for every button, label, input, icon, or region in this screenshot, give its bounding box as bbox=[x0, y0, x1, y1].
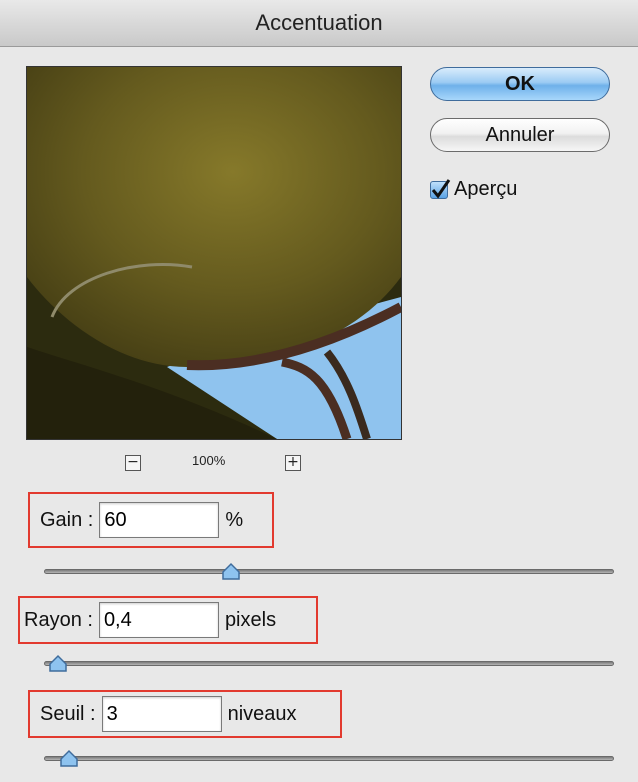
preview-checkbox-label: Aperçu bbox=[454, 178, 518, 200]
cancel-button[interactable]: Annuler bbox=[430, 118, 610, 152]
threshold-slider-track bbox=[44, 756, 614, 761]
preview-image[interactable] bbox=[26, 66, 402, 440]
slider-thumb-icon[interactable] bbox=[59, 748, 79, 768]
preview-checkbox-row[interactable]: Aperçu bbox=[430, 178, 517, 201]
threshold-input[interactable] bbox=[101, 696, 222, 732]
window-title: Accentuation bbox=[255, 10, 383, 35]
slider-thumb-icon[interactable] bbox=[48, 653, 68, 673]
gain-input[interactable] bbox=[99, 502, 220, 538]
plus-icon: + bbox=[287, 454, 299, 470]
minus-icon: − bbox=[127, 454, 139, 470]
radius-group: Rayon : pixels bbox=[18, 596, 318, 644]
radius-label: Rayon : bbox=[24, 608, 93, 631]
threshold-unit: niveaux bbox=[227, 702, 297, 725]
zoom-in-button[interactable]: + bbox=[285, 455, 301, 471]
zoom-out-button[interactable]: − bbox=[125, 455, 141, 471]
gain-unit: % bbox=[225, 508, 244, 531]
checkmark-icon bbox=[431, 178, 451, 198]
slider-thumb-icon[interactable] bbox=[221, 561, 241, 581]
threshold-group: Seuil : niveaux bbox=[28, 690, 342, 738]
radius-slider[interactable] bbox=[44, 653, 614, 675]
radius-slider-track bbox=[44, 661, 614, 666]
threshold-label: Seuil : bbox=[40, 702, 96, 725]
gain-slider-track bbox=[44, 569, 614, 574]
gain-label: Gain : bbox=[40, 508, 94, 531]
gain-group: Gain : % bbox=[28, 492, 274, 548]
zoom-level: 100% bbox=[192, 453, 226, 468]
ok-button[interactable]: OK bbox=[430, 67, 610, 101]
radius-unit: pixels bbox=[224, 608, 277, 631]
threshold-slider[interactable] bbox=[44, 748, 614, 770]
window-title-bar: Accentuation bbox=[0, 0, 638, 47]
preview-checkbox[interactable] bbox=[430, 178, 451, 199]
radius-input[interactable] bbox=[98, 602, 219, 638]
gain-slider[interactable] bbox=[44, 561, 614, 583]
